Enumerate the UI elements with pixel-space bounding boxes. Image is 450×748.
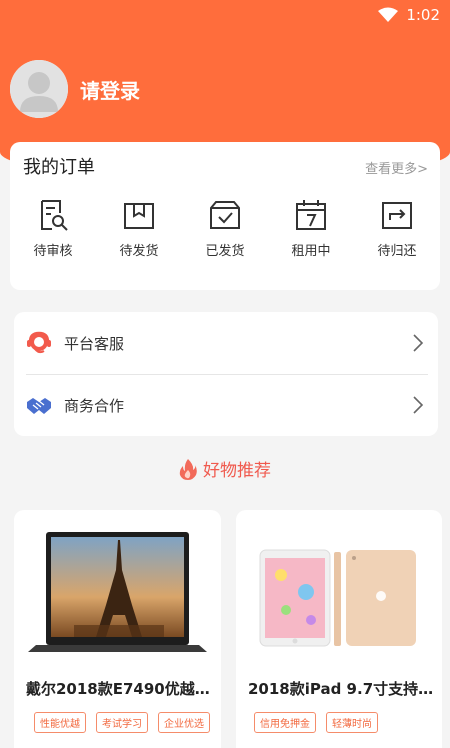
status-time: 1:02 (406, 6, 440, 24)
user-icon (10, 60, 68, 118)
chevron-right-icon (413, 334, 424, 352)
avatar[interactable] (10, 60, 68, 118)
review-icon (41, 200, 68, 231)
recommend-title: 好物推荐 (203, 461, 271, 481)
shipped-box-icon (210, 201, 240, 229)
product-name: 戴尔2018款E7490优越… (26, 680, 210, 698)
order-tab-label: 待审核 (33, 244, 73, 259)
calendar-icon (296, 200, 326, 230)
order-tab-label: 已发货 (205, 244, 245, 259)
product-card[interactable]: 戴尔2018款E7490优越… 性能优越 考试学习 企业优选 (14, 510, 221, 748)
order-tab-pending-return[interactable]: 待归还 (354, 198, 440, 259)
status-bar: 1:02 (378, 4, 440, 26)
chevron-right-icon (413, 396, 424, 414)
ipad-image (259, 549, 416, 647)
package-icon (124, 203, 154, 229)
product-card[interactable]: 2018款iPad 9.7寸支持… 信用免押金 轻薄时尚 (236, 510, 442, 748)
view-more-link[interactable]: 查看更多> (365, 158, 428, 177)
business-cooperation-row[interactable]: 商务合作 (14, 374, 438, 436)
customer-service-icon (27, 331, 51, 354)
return-icon (382, 202, 412, 229)
flame-icon (179, 458, 197, 480)
login-area[interactable]: 请登录 (10, 60, 140, 118)
orders-title: 我的订单 (23, 157, 95, 178)
handshake-icon (27, 398, 51, 414)
product-tag: 性能优越 (34, 712, 86, 733)
service-label: 平台客服 (64, 334, 125, 353)
service-label: 商务合作 (64, 396, 125, 415)
order-tab-pending-review[interactable]: 待审核 (10, 198, 96, 259)
order-tab-renting[interactable]: 租用中 (268, 198, 354, 259)
order-tab-pending-shipment[interactable]: 待发货 (96, 198, 182, 259)
order-tab-label: 待发货 (119, 244, 159, 259)
customer-service-row[interactable]: 平台客服 (14, 312, 438, 374)
product-tag: 信用免押金 (254, 712, 316, 733)
login-link[interactable]: 请登录 (80, 75, 140, 104)
order-tab-label: 待归还 (377, 244, 417, 259)
product-tag: 企业优选 (158, 712, 210, 733)
order-tab-label: 租用中 (291, 244, 331, 259)
laptop-image (28, 532, 207, 652)
product-tag: 考试学习 (96, 712, 148, 733)
order-tab-shipped[interactable]: 已发货 (182, 198, 268, 259)
product-name: 2018款iPad 9.7寸支持… (248, 680, 434, 698)
my-orders-card: 我的订单 查看更多> 待审核 待发货 已发货 租用中 待归还 (10, 142, 440, 290)
wifi-icon (378, 7, 399, 22)
recommend-heading: 好物推荐 (0, 456, 450, 481)
product-tag: 轻薄时尚 (326, 712, 378, 733)
services-card: 平台客服 商务合作 (14, 312, 438, 436)
